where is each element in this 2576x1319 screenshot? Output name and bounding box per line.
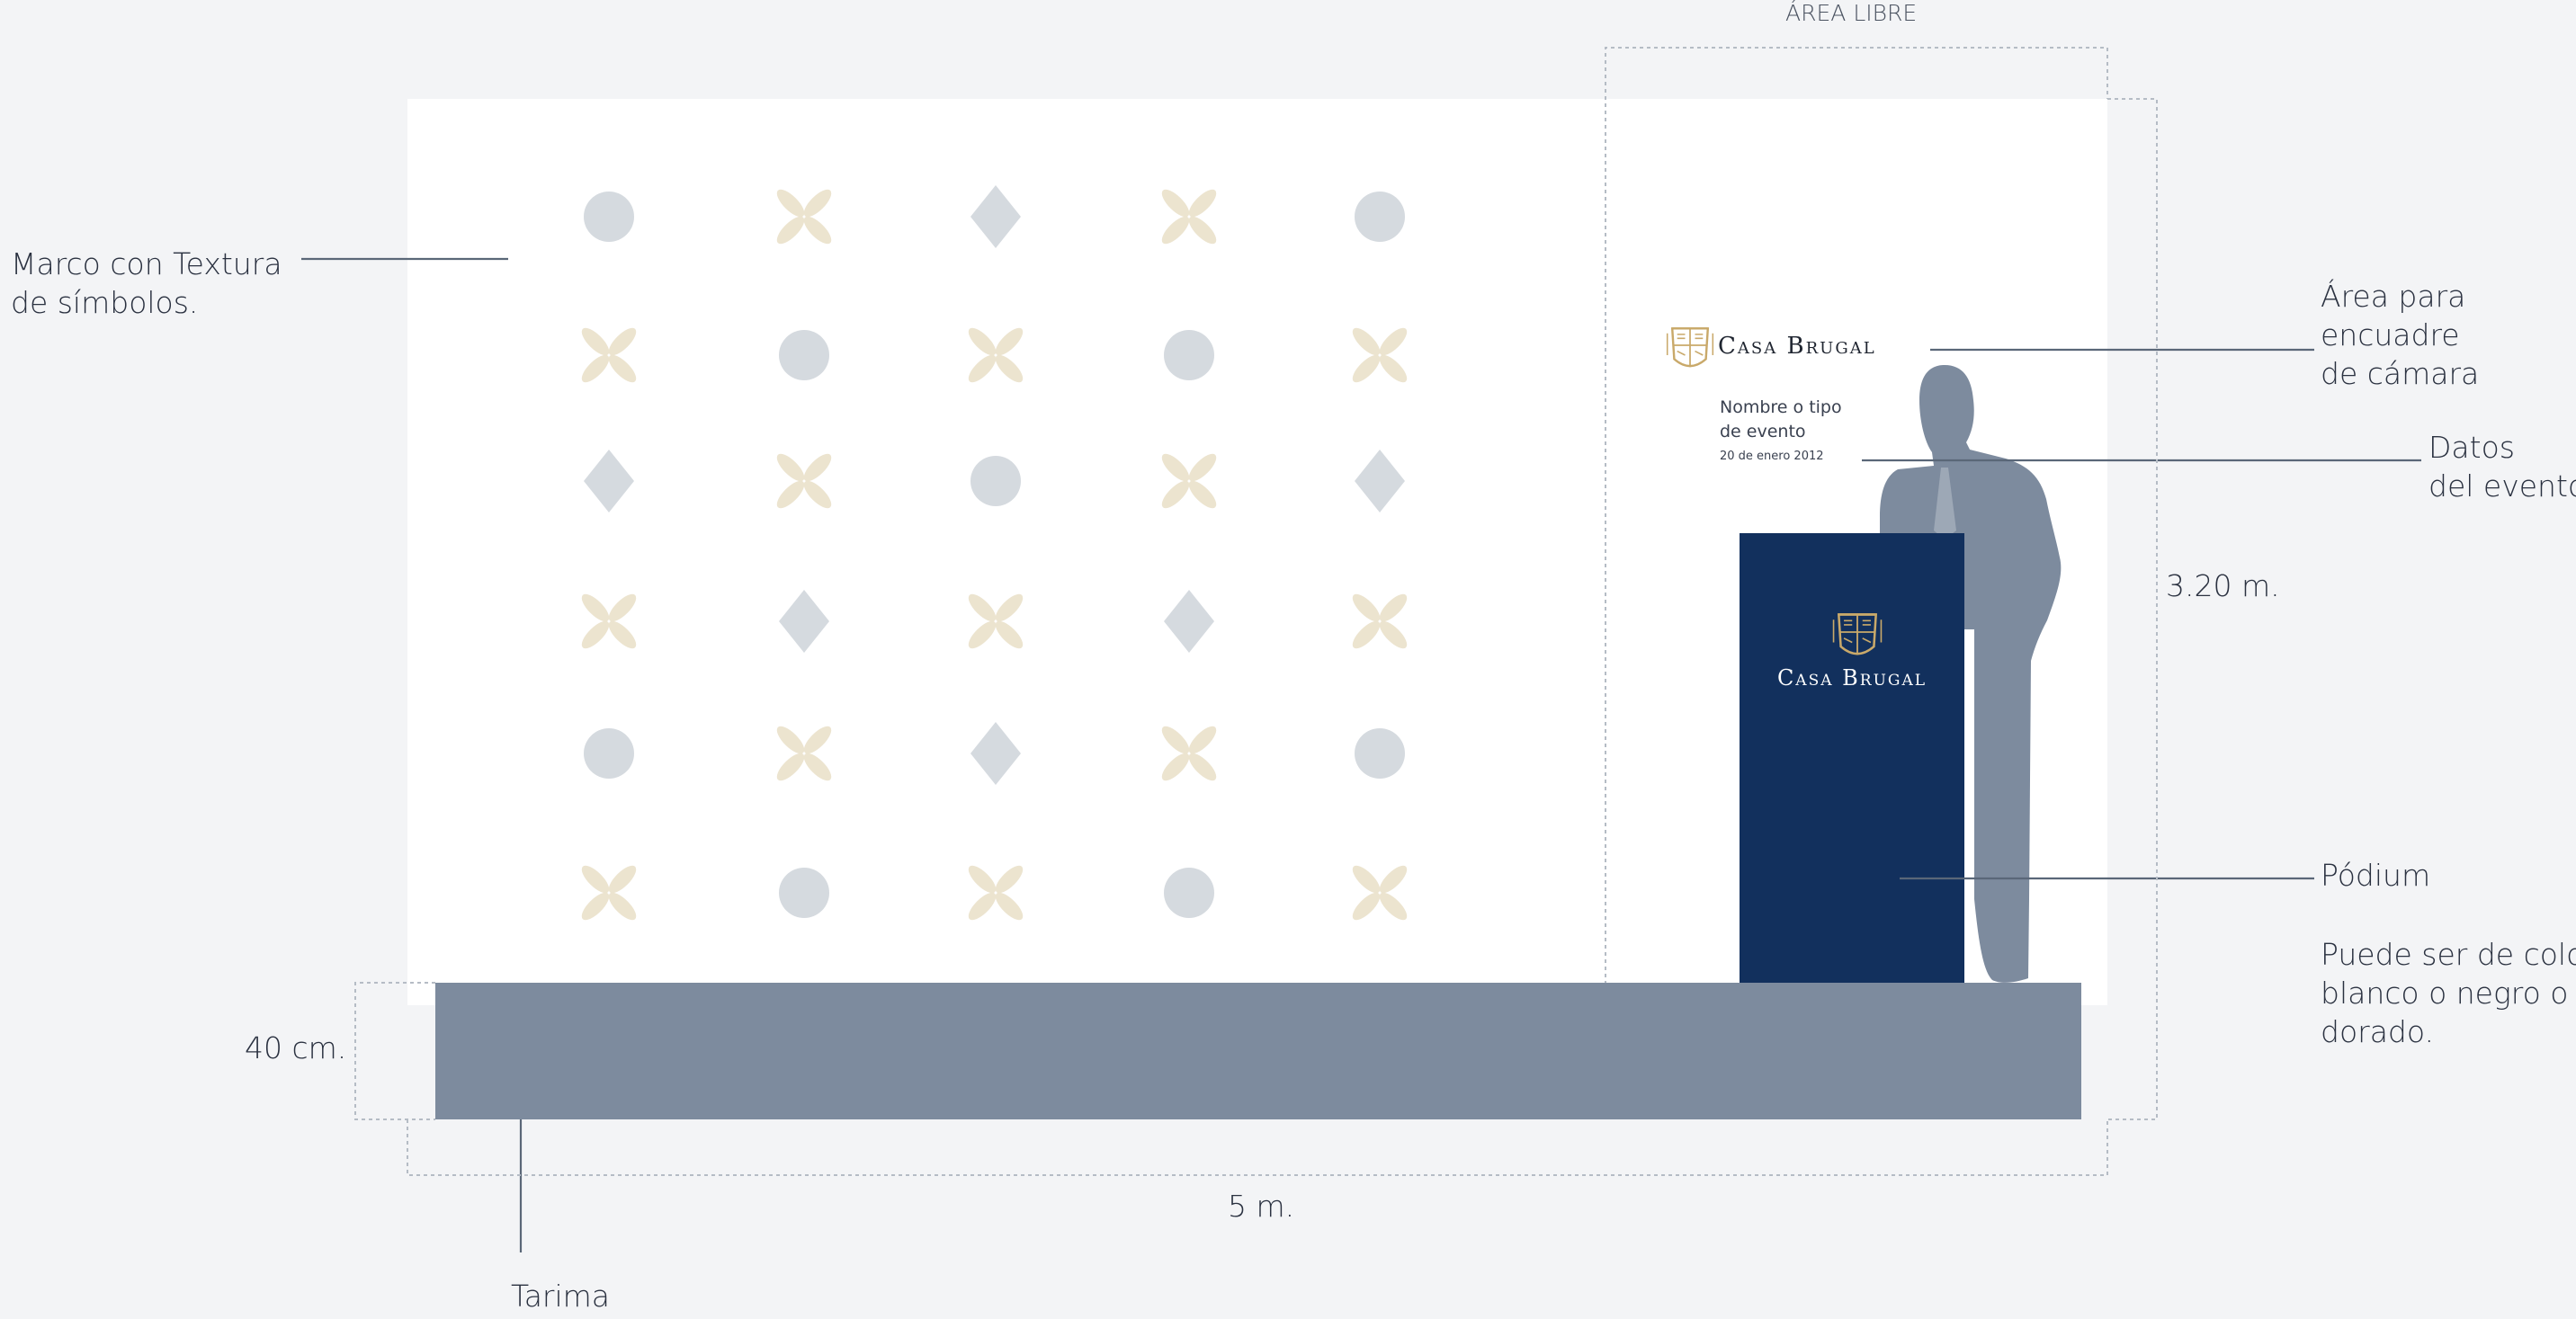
label-marco: Marco con Textura de símbolos. <box>11 245 282 322</box>
label-line: Área para <box>2321 279 2466 314</box>
stage-diagram: Casa Brugal Nombre o tipo de evento 20 d… <box>0 0 2576 1319</box>
circle-symbol <box>1355 728 1405 779</box>
label-line: blanco o negro o <box>2321 976 2569 1011</box>
label-line: del evento <box>2428 468 2576 504</box>
label-datos-evento: Datos del evento <box>2428 428 2576 505</box>
label-line: Marco con Textura <box>11 246 282 281</box>
diagram-canvas <box>301 47 2421 1252</box>
event-date: 20 de enero 2012 <box>1720 450 1824 463</box>
circle-symbol <box>970 456 1021 506</box>
label-line: Datos <box>2428 430 2515 465</box>
event-name-line: Nombre o tipo <box>1720 397 1842 417</box>
label-line: de símbolos. <box>11 285 199 320</box>
dim-width <box>407 1119 2108 1176</box>
label-tarima: Tarima <box>511 1279 611 1314</box>
label-line: dorado. <box>2321 1014 2434 1049</box>
label-line: de cámara <box>2321 356 2480 391</box>
label-podium-note: Puede ser de color blanco o negro o dora… <box>2321 935 2576 1051</box>
backdrop-brand: Casa Brugal <box>1718 333 1876 360</box>
event-name-line: de evento <box>1720 422 1806 441</box>
dim-height-total <box>2107 98 2158 1120</box>
label-area-camara: Área para encuadre de cámara <box>2321 277 2479 393</box>
label-line: Puede ser de color <box>2321 937 2576 972</box>
circle-symbol <box>1164 330 1214 380</box>
label-podium: Pódium <box>2321 858 2431 893</box>
label-tarima-height: 40 cm. <box>245 1030 347 1065</box>
label-line: encuadre <box>2321 317 2460 352</box>
podium-brand: Casa Brugal <box>1776 665 1928 691</box>
circle-symbol <box>584 192 634 242</box>
podium <box>1740 533 1964 983</box>
stage-platform <box>435 983 2081 1119</box>
event-name: Nombre o tipo de evento <box>1720 396 1842 444</box>
circle-symbol <box>584 728 634 779</box>
label-altura: 3.20 m. <box>2166 568 2280 603</box>
label-area-libre: ÁREA LIBRE <box>1785 0 1918 26</box>
circle-symbol <box>1355 192 1405 242</box>
circle-symbol <box>779 868 829 918</box>
circle-symbol <box>1164 868 1214 918</box>
circle-symbol <box>779 330 829 380</box>
label-width: 5 m. <box>1228 1189 1295 1224</box>
